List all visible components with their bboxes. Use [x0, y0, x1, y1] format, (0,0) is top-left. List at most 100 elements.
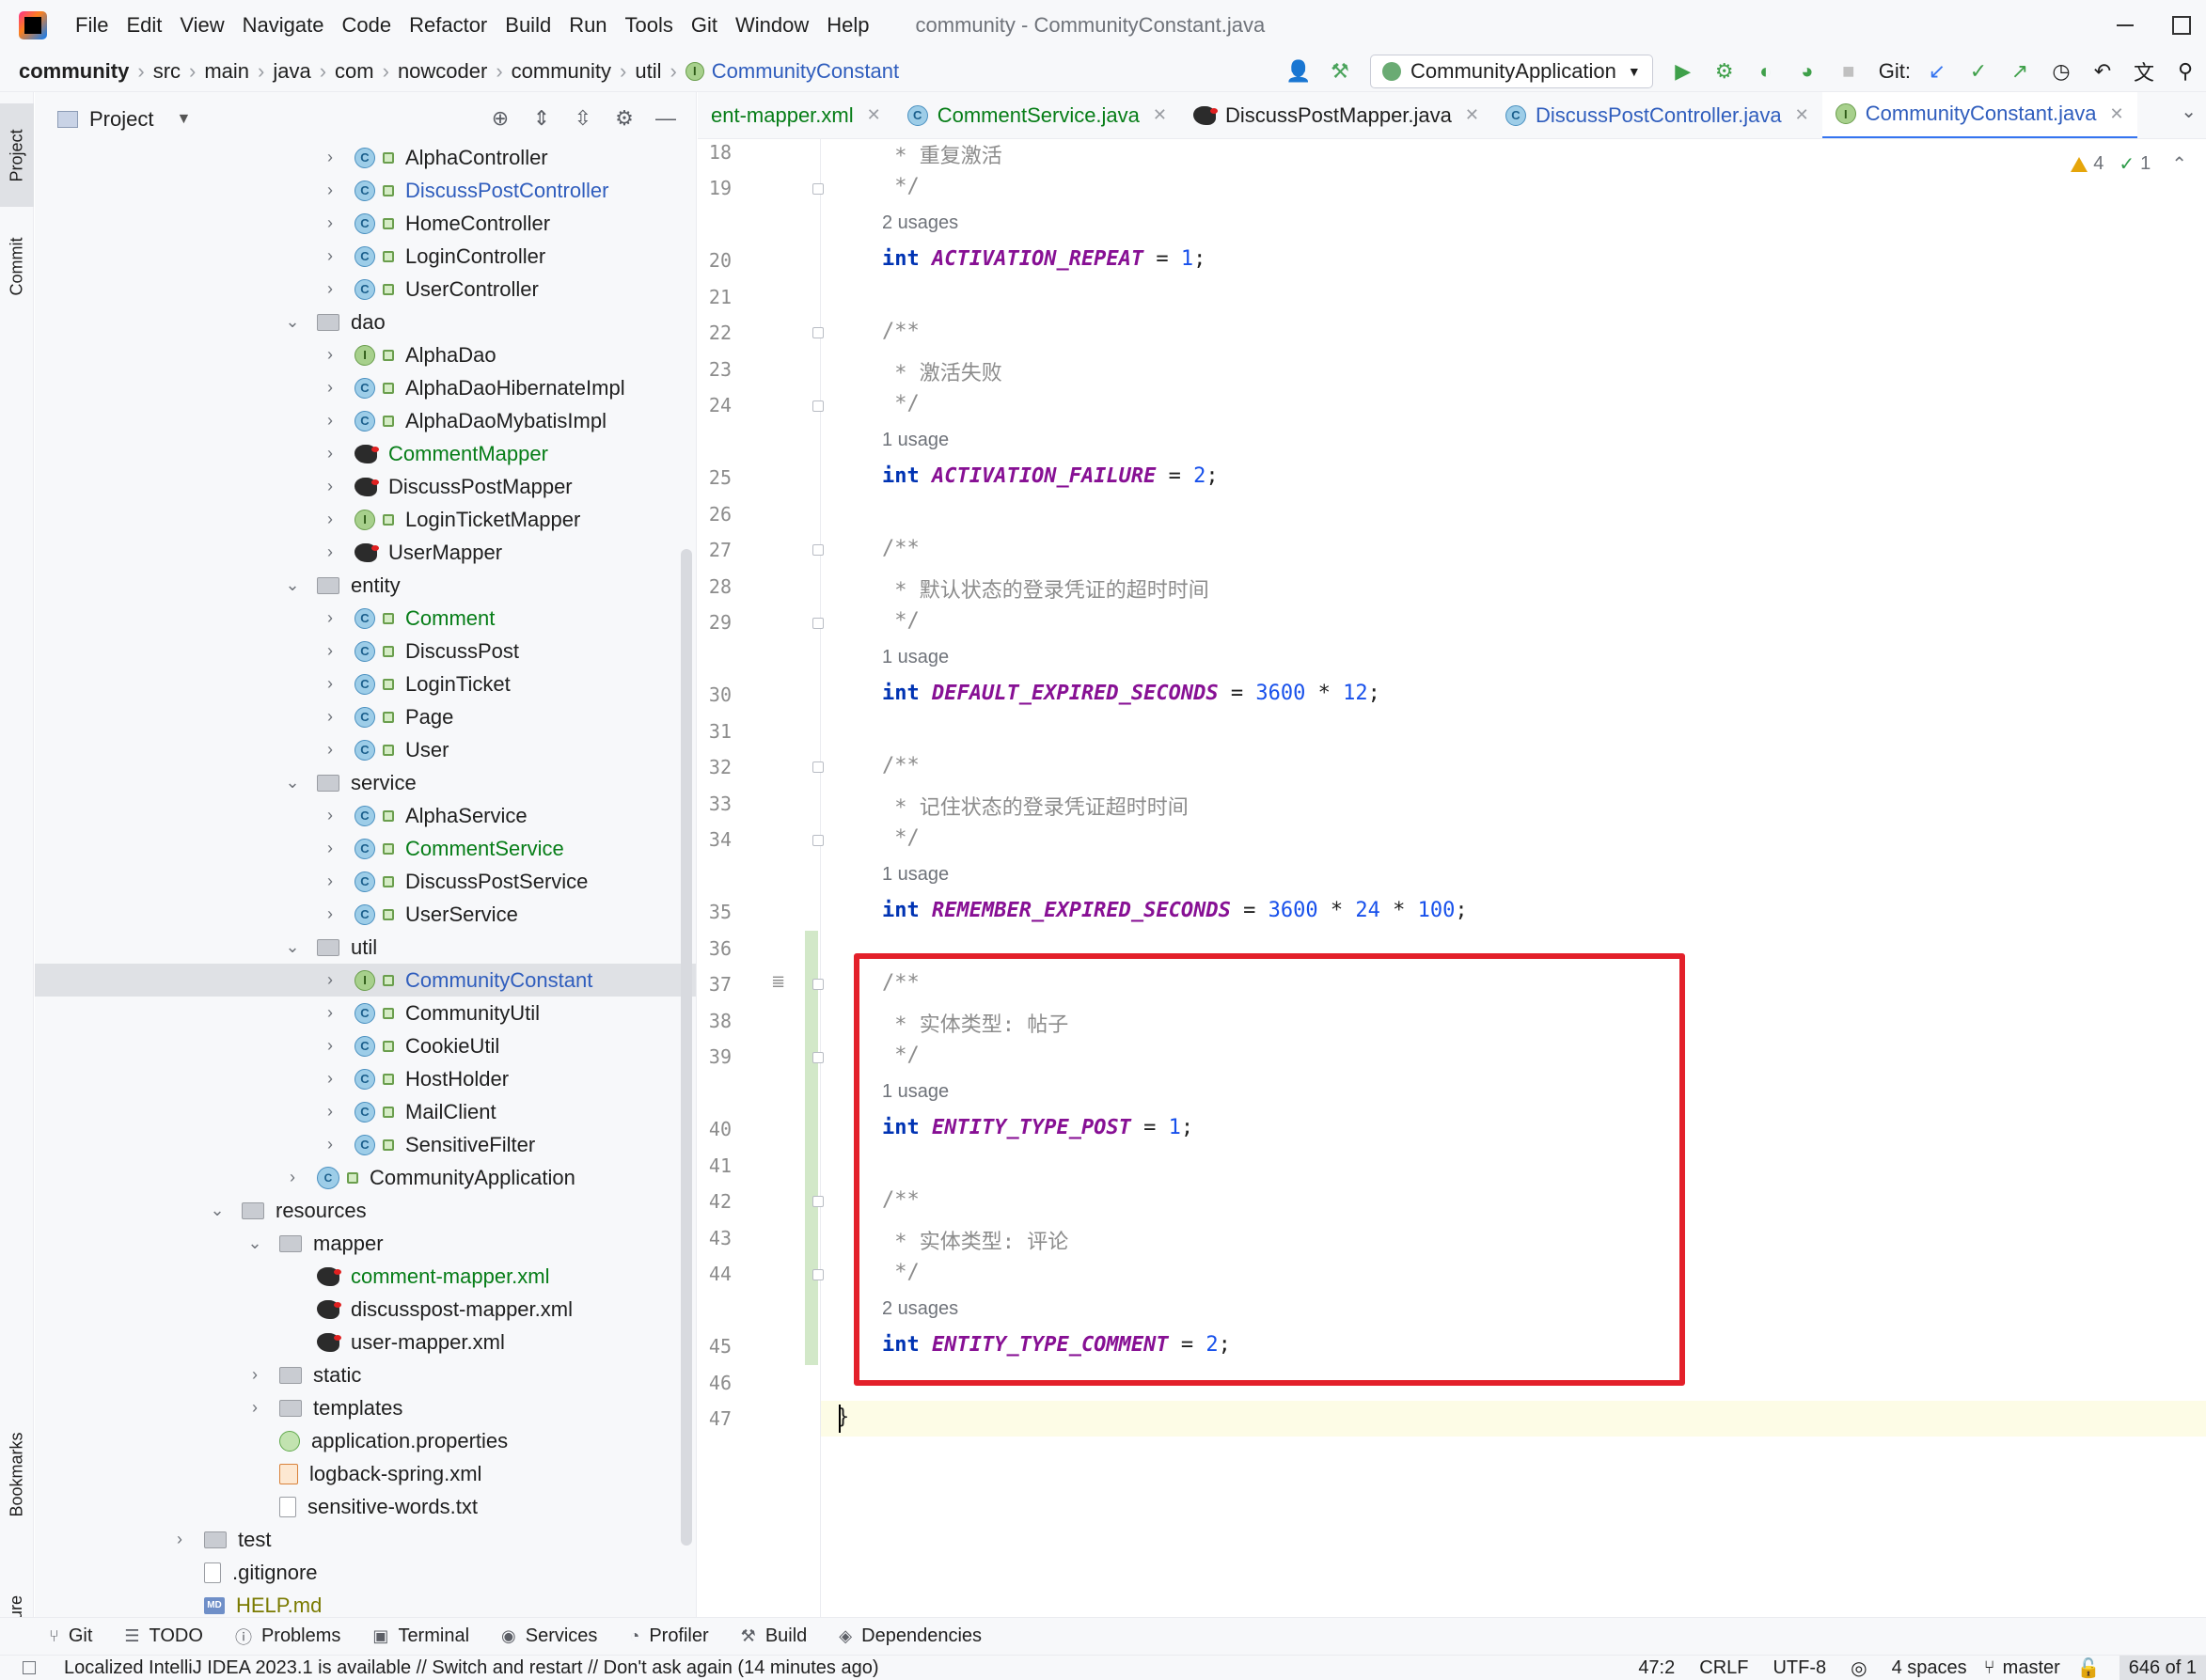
tool-dependencies[interactable]: ◈ Dependencies [839, 1625, 982, 1647]
tool-todo[interactable]: ☰ TODO [124, 1625, 203, 1647]
maximize-icon[interactable] [2163, 9, 2200, 41]
tree-item[interactable]: › test [35, 1523, 696, 1556]
tab-comment-mapper-xml[interactable]: ent-mapper.xml ✕ [698, 92, 894, 138]
breadcrumb-item[interactable]: community [19, 59, 129, 84]
tool-terminal[interactable]: ▣ Terminal [372, 1625, 469, 1647]
tree-item[interactable]: › C AlphaService [35, 799, 696, 832]
tab-community-constant[interactable]: I CommunityConstant.java ✕ [1821, 92, 2137, 138]
tool-window-commit[interactable]: Commit [0, 214, 34, 318]
tool-problems[interactable]: ⓘ Problems [235, 1625, 340, 1649]
menu-tools[interactable]: Tools [625, 13, 673, 38]
chevron-down-icon[interactable]: ⌄ [283, 937, 302, 957]
breadcrumb-item[interactable]: nowcoder [398, 59, 487, 84]
run-configuration-select[interactable]: CommunityApplication ▼ [1370, 55, 1653, 88]
chevron-right-icon[interactable]: › [321, 740, 339, 760]
chevron-right-icon[interactable]: › [321, 839, 339, 858]
close-icon[interactable]: ✕ [867, 105, 881, 125]
tree-item[interactable]: ›.gitignore [35, 1556, 696, 1589]
tree-item[interactable]: › C UserController [35, 273, 696, 306]
usage-hint[interactable]: 1 usage [882, 864, 949, 886]
chevron-right-icon[interactable]: › [321, 477, 339, 496]
fold-icon[interactable] [812, 327, 824, 338]
tree-item[interactable]: › C AlphaController [35, 141, 696, 174]
tree-item[interactable]: › UserMapper [35, 536, 696, 569]
tree-item[interactable]: › C AlphaDaoHibernateImpl [35, 371, 696, 404]
tree-item[interactable]: ⌄ mapper [35, 1227, 696, 1260]
menu-git[interactable]: Git [691, 13, 717, 38]
tree-item[interactable]: › CommentMapper [35, 437, 696, 470]
coverage-icon[interactable]: ◐ [1751, 56, 1781, 86]
breadcrumb-item[interactable]: main [204, 59, 249, 84]
chevron-right-icon[interactable]: › [321, 181, 339, 200]
project-tree-scrollbar[interactable] [681, 549, 692, 1546]
toggle-tool-windows-icon[interactable] [23, 1661, 36, 1674]
menu-window[interactable]: Window [735, 13, 809, 38]
eye-icon[interactable]: ◎ [1851, 1656, 1867, 1680]
menu-help[interactable]: Help [827, 13, 869, 38]
vcs-change-marker[interactable] [805, 931, 818, 1365]
tree-item[interactable]: › C CookieUtil [35, 1029, 696, 1062]
tool-services[interactable]: ◉ Services [501, 1625, 597, 1647]
caret-position[interactable]: 47:2 [1638, 1657, 1675, 1679]
tree-item[interactable]: › C UserService [35, 898, 696, 931]
memory-indicator[interactable]: 646 of 1 [2119, 1656, 2206, 1680]
tree-item[interactable]: ›logback-spring.xml [35, 1457, 696, 1490]
tree-item[interactable]: › I AlphaDao [35, 338, 696, 371]
tree-item[interactable]: ⌄ util [35, 931, 696, 964]
git-commit-icon[interactable]: ✓ [1963, 56, 1993, 86]
gear-icon[interactable]: ⚙ [609, 103, 639, 133]
user-icon[interactable]: 👤 [1284, 56, 1314, 86]
run-icon[interactable]: ▶ [1668, 56, 1698, 86]
tree-item[interactable]: › I CommunityConstant [35, 964, 696, 997]
tree-item[interactable]: ›application.properties [35, 1424, 696, 1457]
fold-icon[interactable] [812, 835, 824, 846]
chevron-right-icon[interactable]: › [321, 411, 339, 431]
build-hammer-icon[interactable]: ⚒ [1325, 56, 1355, 86]
stop-icon[interactable]: ■ [1834, 56, 1864, 86]
close-icon[interactable]: ✕ [1795, 105, 1809, 125]
tree-item[interactable]: ›sensitive-words.txt [35, 1490, 696, 1523]
chevron-down-icon[interactable]: ⌄ [283, 773, 302, 793]
usage-hint[interactable]: 1 usage [882, 647, 949, 668]
breadcrumb-item[interactable]: util [635, 59, 661, 84]
chevron-right-icon[interactable]: › [321, 510, 339, 529]
tree-item[interactable]: › C CommentService [35, 832, 696, 865]
breadcrumb-item-current[interactable]: CommunityConstant [712, 59, 899, 84]
tool-profiler[interactable]: ◔ Profiler [629, 1625, 708, 1647]
tree-item[interactable]: › C Comment [35, 602, 696, 635]
tree-item[interactable]: › C LoginController [35, 240, 696, 273]
chevron-right-icon[interactable]: › [321, 1036, 339, 1056]
tree-item[interactable]: ›MDHELP.md [35, 1589, 696, 1617]
chevron-down-icon[interactable]: ▼ [176, 111, 191, 128]
fold-icon[interactable] [812, 183, 824, 195]
fold-icon[interactable] [812, 400, 824, 412]
locate-icon[interactable]: ⊕ [485, 103, 515, 133]
search-icon[interactable]: ⚲ [2170, 56, 2200, 86]
chevron-right-icon[interactable]: › [321, 674, 339, 694]
menu-edit[interactable]: Edit [126, 13, 162, 38]
tree-item[interactable]: › C DiscussPostService [35, 865, 696, 898]
lock-icon[interactable]: 🔓 [2077, 1656, 2101, 1680]
tool-git[interactable]: ⑂ Git [49, 1625, 92, 1647]
tree-item[interactable]: ⌄ entity [35, 569, 696, 602]
tree-item[interactable]: ⌄ resources [35, 1194, 696, 1227]
fold-icon[interactable] [812, 1269, 824, 1280]
tree-item[interactable]: › I LoginTicketMapper [35, 503, 696, 536]
file-encoding[interactable]: UTF-8 [1773, 1657, 1826, 1679]
close-icon[interactable]: ✕ [1465, 105, 1479, 125]
tree-item[interactable]: › C MailClient [35, 1095, 696, 1128]
chevron-right-icon[interactable]: › [321, 246, 339, 266]
tree-item[interactable]: › C SensitiveFilter [35, 1128, 696, 1161]
chevron-right-icon[interactable]: › [321, 641, 339, 661]
menu-refactor[interactable]: Refactor [409, 13, 487, 38]
rollback-icon[interactable]: ↶ [2088, 56, 2118, 86]
history-icon[interactable]: ◷ [2046, 56, 2076, 86]
tool-window-bookmarks[interactable]: Bookmarks [0, 1408, 34, 1540]
menu-run[interactable]: Run [569, 13, 607, 38]
breadcrumb-item[interactable]: com [335, 59, 374, 84]
chevron-right-icon[interactable]: › [170, 1530, 189, 1549]
tool-window-project[interactable]: Project [0, 103, 34, 207]
git-push-icon[interactable]: ↗ [2005, 56, 2035, 86]
line-separator[interactable]: CRLF [1699, 1657, 1748, 1679]
chevron-right-icon[interactable]: › [321, 608, 339, 628]
